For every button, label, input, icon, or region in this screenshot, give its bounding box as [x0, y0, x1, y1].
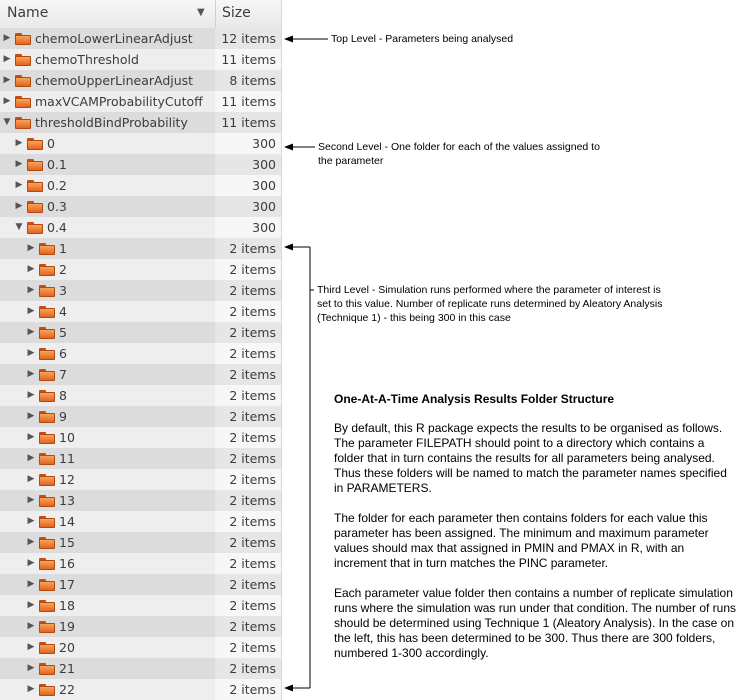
folder-structure-description: One-At-A-Time Analysis Results Folder St…	[334, 392, 736, 676]
third-level-annotation-line1: Third Level - Simulation runs performed …	[317, 284, 661, 296]
top-level-arrowhead	[284, 35, 293, 43]
description-title: One-At-A-Time Analysis Results Folder St…	[334, 392, 615, 406]
third-level-annotation-line2: set to this value. Number of replicate r…	[317, 298, 663, 310]
second-level-annotation-line2: the parameter	[318, 155, 384, 167]
description-paragraph-1: By default, this R package expects the r…	[334, 421, 727, 495]
description-paragraph-3: Each parameter value folder then contain…	[334, 586, 736, 660]
third-level-arrowhead-bottom	[284, 684, 293, 692]
description-paragraph-2: The folder for each parameter then conta…	[334, 511, 709, 570]
third-level-annotation-line3: (Technique 1) - this being 300 in this c…	[317, 312, 511, 324]
third-level-arrowhead-top	[284, 243, 293, 251]
second-level-arrowhead	[284, 143, 293, 151]
top-level-annotation: Top Level - Parameters being analysed	[331, 33, 514, 45]
second-level-annotation-line1: Second Level - One folder for each of th…	[318, 141, 600, 153]
